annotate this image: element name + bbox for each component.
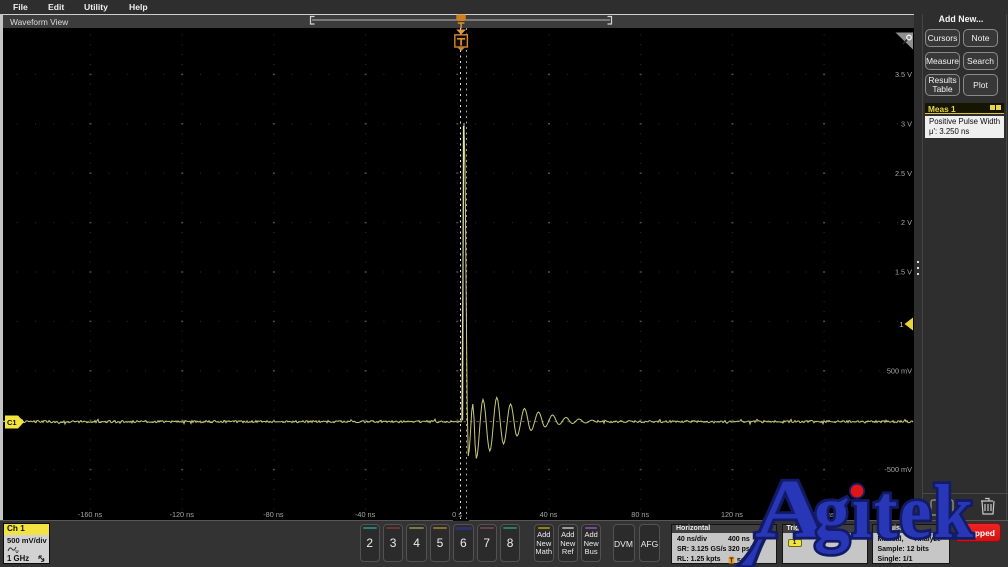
svg-text:-500 mV: -500 mV [884, 465, 912, 474]
svg-text:-80 ns: -80 ns [263, 510, 284, 519]
svg-text:-160 ns: -160 ns [78, 510, 103, 519]
svg-text:1: 1 [899, 320, 903, 329]
svg-text:-120 ns: -120 ns [170, 510, 195, 519]
svg-text:2 V: 2 V [901, 218, 912, 227]
svg-text:3.5 V: 3.5 V [895, 70, 912, 79]
svg-text:-40 ns: -40 ns [355, 510, 376, 519]
svg-text:2.5 V: 2.5 V [895, 169, 912, 178]
svg-text:40 ns: 40 ns [540, 510, 558, 519]
svg-text:160 ns: 160 ns [813, 510, 835, 519]
svg-text:C1: C1 [7, 418, 17, 427]
svg-text:1.5 V: 1.5 V [895, 268, 912, 277]
svg-text:80 ns: 80 ns [631, 510, 649, 519]
svg-text:0 s: 0 s [452, 510, 462, 519]
svg-text:120 ns: 120 ns [721, 510, 743, 519]
svg-text:3 V: 3 V [901, 119, 912, 128]
svg-text:500 mV: 500 mV [887, 366, 912, 375]
